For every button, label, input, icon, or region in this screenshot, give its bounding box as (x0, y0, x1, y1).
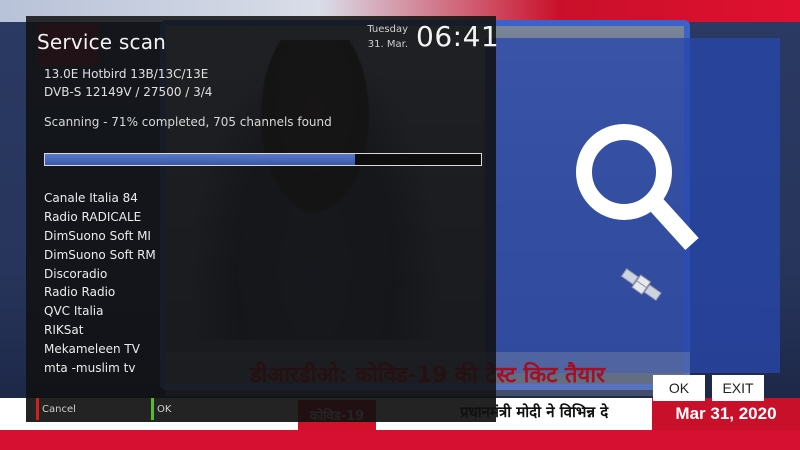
cancel-button[interactable]: Cancel (36, 398, 146, 420)
overlay-exit-button[interactable]: EXIT (712, 375, 764, 401)
overlay-ok-button[interactable]: OK (653, 375, 705, 401)
list-item: DimSuono Soft RM (44, 247, 156, 262)
clock-time: 06:41 (416, 20, 500, 53)
list-item: Canale Italia 84 (44, 191, 138, 205)
list-item: RIKSat (44, 323, 84, 338)
broadcast-date: Mar 31, 2020 (652, 398, 800, 430)
list-item: QVC Italia (44, 304, 104, 319)
list-item: DimSuono Soft MI (44, 228, 151, 243)
panel-footer: Cancel OK (26, 396, 496, 422)
scan-status: Scanning - 71% completed, 705 channels f… (44, 115, 332, 129)
found-channels-list: Canale Italia 84 Radio RADICALE DimSuono… (44, 189, 156, 378)
list-item: Radio Radio (44, 285, 116, 300)
ok-button[interactable]: OK (151, 398, 261, 420)
satellite-icon (618, 266, 664, 308)
clock-date: 31. Mar. (367, 39, 408, 50)
red-key-indicator (36, 398, 39, 420)
list-item: Mekameleen TV (44, 342, 140, 357)
list-item: mta -muslim tv (44, 361, 136, 376)
ok-button-label: OK (157, 403, 172, 415)
service-scan-panel: Service scan Tuesday 31. Mar. 06:41 13.0… (26, 16, 500, 396)
list-item: Discoradio (44, 266, 108, 281)
list-item: Radio RADICALE (44, 209, 142, 224)
green-key-indicator (151, 398, 154, 420)
broadcast-bottom-band (0, 430, 800, 450)
scan-progress-bar (44, 153, 482, 166)
page-title: Service scan (37, 30, 167, 54)
cancel-button-label: Cancel (42, 403, 76, 415)
search-icon (570, 118, 710, 262)
scan-progress-fill (45, 154, 355, 165)
satellite-name: 13.0E Hotbird 13B/13C/13E (44, 67, 209, 81)
clock-day: Tuesday (367, 24, 408, 35)
transponder-info: DVB-S 12149V / 27500 / 3/4 (44, 85, 213, 99)
